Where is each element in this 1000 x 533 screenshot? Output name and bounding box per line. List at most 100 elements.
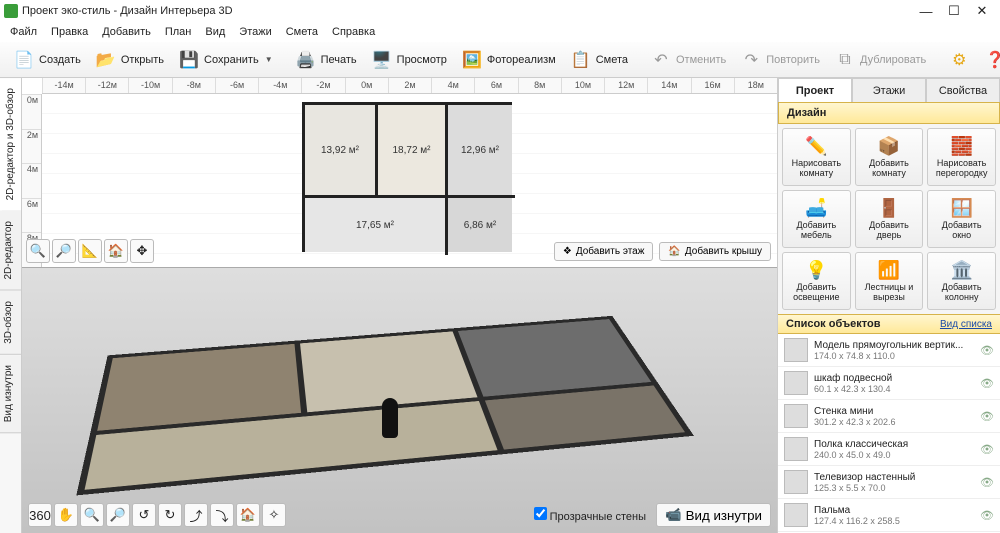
visibility-icon[interactable]: 👁 xyxy=(980,509,994,522)
image-icon: 🖼️ xyxy=(461,49,483,71)
tools-3d: 360 ✋ 🔍 🔎 ↺ ↻ ⤴ ⤵ 🏠 ✧ xyxy=(28,503,286,527)
room-area-4: 17,65 м² xyxy=(356,220,394,231)
open-button[interactable]: 📂Открыть xyxy=(88,45,171,75)
print-button[interactable]: 🖨️Печать xyxy=(288,45,364,75)
visibility-icon[interactable]: 👁 xyxy=(980,410,994,423)
object-row[interactable]: Пальма127.4 x 116.2 x 258.5👁 xyxy=(778,499,1000,532)
menu-estimate[interactable]: Смета xyxy=(280,24,324,40)
zoom-in-button[interactable]: 🔎 xyxy=(52,239,76,263)
menu-help[interactable]: Справка xyxy=(326,24,381,40)
redo-icon: ↷ xyxy=(740,49,762,71)
tab-floors[interactable]: Этажи xyxy=(852,78,926,102)
design-tile-6[interactable]: 💡Добавитьосвещение xyxy=(782,252,851,310)
view-inside-button[interactable]: 📹Вид изнутри xyxy=(656,503,771,527)
add-roof-button[interactable]: 🏠Добавить крышу xyxy=(659,242,771,261)
menu-plan[interactable]: План xyxy=(159,24,198,40)
clipboard-icon: 📋 xyxy=(570,49,592,71)
save-icon: 💾 xyxy=(178,49,200,71)
settings-button[interactable]: ⚙ xyxy=(941,45,977,75)
orbit-button[interactable]: 360 xyxy=(28,503,52,527)
object-name: Стенка мини xyxy=(814,406,974,417)
objects-header: Список объектов xyxy=(786,318,880,330)
design-tile-8[interactable]: 🏛️Добавитьколонну xyxy=(927,252,996,310)
object-dim: 174.0 x 74.8 x 110.0 xyxy=(814,351,974,361)
visibility-icon[interactable]: 👁 xyxy=(980,443,994,456)
zoom-out-3d-button[interactable]: 🔍 xyxy=(80,503,104,527)
visibility-icon[interactable]: 👁 xyxy=(980,344,994,357)
visibility-icon[interactable]: 👁 xyxy=(980,377,994,390)
tab-properties[interactable]: Свойства xyxy=(926,78,1000,102)
estimate-button[interactable]: 📋Смета xyxy=(563,45,635,75)
room-area-1: 13,92 м² xyxy=(321,145,359,156)
design-tile-7[interactable]: 📶Лестницы ивырезы xyxy=(855,252,924,310)
add-floor-button[interactable]: ❖Добавить этаж xyxy=(554,242,654,261)
pane-3d[interactable]: 360 ✋ 🔍 🔎 ↺ ↻ ⤴ ⤵ 🏠 ✧ Прозрачные стены 📹… xyxy=(22,268,777,533)
compass-button[interactable]: ✧ xyxy=(262,503,286,527)
undo-button[interactable]: ↶Отменить xyxy=(643,45,733,75)
help-button[interactable]: ❓ xyxy=(977,45,1000,75)
tab-project[interactable]: Проект xyxy=(778,78,852,102)
rotate-left-button[interactable]: ↺ xyxy=(132,503,156,527)
tab-2d-3d[interactable]: 2D-редактор и 3D-обзор xyxy=(0,78,21,211)
redo-button[interactable]: ↷Повторить xyxy=(733,45,827,75)
object-thumb xyxy=(784,503,808,527)
tab-inside[interactable]: Вид изнутри xyxy=(0,355,21,433)
minimize-button[interactable]: — xyxy=(912,2,940,20)
home-button[interactable]: 🏠 xyxy=(104,239,128,263)
pane-2d[interactable]: -14м-12м-10м-8м-6м-4м-2м0м2м4м6м8м10м12м… xyxy=(22,78,777,268)
object-dim: 125.3 x 5.5 x 70.0 xyxy=(814,483,974,493)
tilt-down-button[interactable]: ⤵ xyxy=(210,503,234,527)
zoom-in-3d-button[interactable]: 🔎 xyxy=(106,503,130,527)
design-tile-0[interactable]: ✏️Нарисоватькомнату xyxy=(782,128,851,186)
rotate-right-button[interactable]: ↻ xyxy=(158,503,182,527)
create-button[interactable]: 📄Создать xyxy=(6,45,88,75)
design-tile-4[interactable]: 🚪Добавитьдверь xyxy=(855,190,924,248)
object-row[interactable]: Модель прямоугольник вертик...174.0 x 74… xyxy=(778,334,1000,367)
duplicate-button[interactable]: ⧉Дублировать xyxy=(827,45,933,75)
pan-button[interactable]: ✋ xyxy=(54,503,78,527)
camera-icon: 📹 xyxy=(665,507,682,523)
preview-button[interactable]: 🖥️Просмотр xyxy=(364,45,454,75)
design-tile-5[interactable]: 🪟Добавитьокно xyxy=(927,190,996,248)
tile-icon: 🚪 xyxy=(878,198,900,220)
close-button[interactable]: ✕ xyxy=(968,2,996,20)
design-tile-1[interactable]: 📦Добавитькомнату xyxy=(855,128,924,186)
reset-view-button[interactable]: 🏠 xyxy=(236,503,260,527)
ruler-horizontal: -14м-12м-10м-8м-6м-4м-2м0м2м4м6м8м10м12м… xyxy=(42,78,777,94)
window-title: Проект эко-стиль - Дизайн Интерьера 3D xyxy=(22,5,912,17)
zoom-out-button[interactable]: 🔍 xyxy=(26,239,50,263)
object-dim: 240.0 x 45.0 x 49.0 xyxy=(814,450,974,460)
menu-add[interactable]: Добавить xyxy=(96,24,157,40)
maximize-button[interactable]: ☐ xyxy=(940,2,968,20)
tilt-up-button[interactable]: ⤴ xyxy=(184,503,208,527)
design-tile-2[interactable]: 🧱Нарисоватьперегородку xyxy=(927,128,996,186)
transparent-walls-checkbox[interactable]: Прозрачные стены xyxy=(534,507,647,523)
menu-view[interactable]: Вид xyxy=(199,24,231,40)
object-row[interactable]: Полка классическая240.0 x 45.0 x 49.0👁 xyxy=(778,433,1000,466)
design-tile-3[interactable]: 🛋️Добавитьмебель xyxy=(782,190,851,248)
undo-icon: ↶ xyxy=(650,49,672,71)
roof-icon: 🏠 xyxy=(668,246,680,257)
object-row[interactable]: Стенка мини301.2 x 42.3 x 202.6👁 xyxy=(778,400,1000,433)
visibility-icon[interactable]: 👁 xyxy=(980,476,994,489)
photoreal-button[interactable]: 🖼️Фотореализм xyxy=(454,45,563,75)
tile-icon: 🪟 xyxy=(950,198,972,220)
app-logo-icon xyxy=(4,4,18,18)
save-button[interactable]: 💾Сохранить▼ xyxy=(171,45,280,75)
room-area-2: 18,72 м² xyxy=(392,145,430,156)
menu-edit[interactable]: Правка xyxy=(45,24,94,40)
chevron-down-icon: ▼ xyxy=(265,55,273,64)
menu-file[interactable]: Файл xyxy=(4,24,43,40)
tab-2d[interactable]: 2D-редактор xyxy=(0,211,21,291)
menu-floors[interactable]: Этажи xyxy=(233,24,277,40)
object-name: Телевизор настенный xyxy=(814,472,974,483)
tab-3d[interactable]: 3D-обзор xyxy=(0,291,21,355)
ruler-button[interactable]: 📐 xyxy=(78,239,102,263)
room-area-3: 12,96 м² xyxy=(461,145,499,156)
object-thumb xyxy=(784,404,808,428)
list-view-link[interactable]: Вид списка xyxy=(940,319,992,330)
floor-plan[interactable]: 13,92 м² 18,72 м² 12,96 м² 17,65 м² 6,86… xyxy=(302,102,512,252)
object-row[interactable]: Телевизор настенный125.3 x 5.5 x 70.0 👁 xyxy=(778,466,1000,499)
object-row[interactable]: шкаф подвесной60.1 x 42.3 x 130.4👁 xyxy=(778,367,1000,400)
move-button[interactable]: ✥ xyxy=(130,239,154,263)
